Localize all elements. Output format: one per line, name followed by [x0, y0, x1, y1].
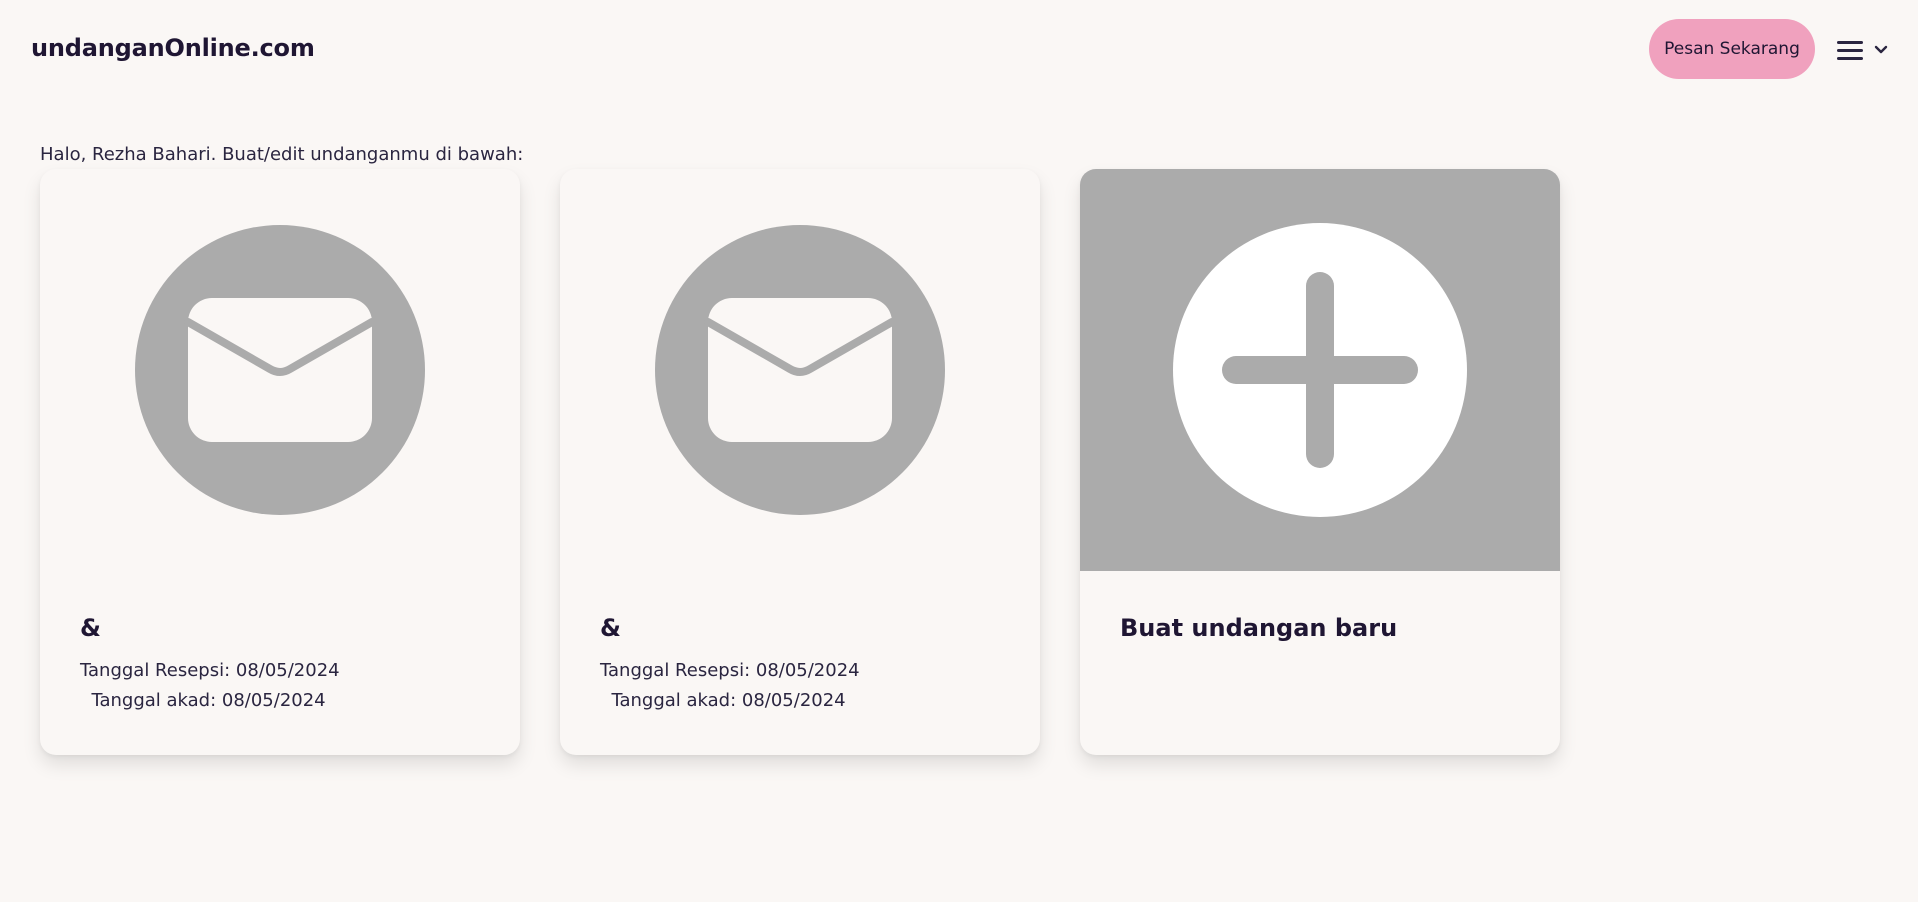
- order-now-button[interactable]: Pesan Sekarang: [1649, 19, 1815, 79]
- hamburger-menu-icon: [1837, 41, 1863, 60]
- card-image: [560, 169, 1040, 571]
- greeting-text: Halo, Rezha Bahari. Buat/edit undanganmu…: [40, 144, 524, 165]
- akad-date: Tanggal akad: 08/05/2024: [80, 690, 326, 711]
- card-image: [1080, 169, 1560, 571]
- brand-logo[interactable]: undanganOnline.com: [31, 34, 315, 62]
- card-body: & Tanggal Resepsi: 08/05/2024 Tanggal ak…: [80, 614, 480, 716]
- reception-date: Tanggal Resepsi: 08/05/2024: [80, 660, 340, 681]
- invitation-card[interactable]: & Tanggal Resepsi: 08/05/2024 Tanggal ak…: [40, 169, 520, 755]
- envelope-icon: [655, 225, 945, 515]
- envelope-icon: [135, 225, 425, 515]
- chevron-down-icon: [1874, 45, 1888, 54]
- couple-names: &: [80, 614, 101, 642]
- menu-toggle[interactable]: [1836, 33, 1892, 67]
- card-body: Buat undangan baru: [1120, 614, 1520, 656]
- reception-date: Tanggal Resepsi: 08/05/2024: [600, 660, 860, 681]
- invitation-card[interactable]: & Tanggal Resepsi: 08/05/2024 Tanggal ak…: [560, 169, 1040, 755]
- navbar: undanganOnline.com Pesan Sekarang: [0, 0, 1918, 100]
- couple-names: &: [600, 614, 621, 642]
- card-image: [40, 169, 520, 571]
- akad-date: Tanggal akad: 08/05/2024: [600, 690, 846, 711]
- card-body: & Tanggal Resepsi: 08/05/2024 Tanggal ak…: [600, 614, 1000, 716]
- new-invitation-card[interactable]: Buat undangan baru: [1080, 169, 1560, 755]
- new-invitation-label: Buat undangan baru: [1120, 614, 1398, 642]
- plus-circle-icon: [1173, 223, 1467, 517]
